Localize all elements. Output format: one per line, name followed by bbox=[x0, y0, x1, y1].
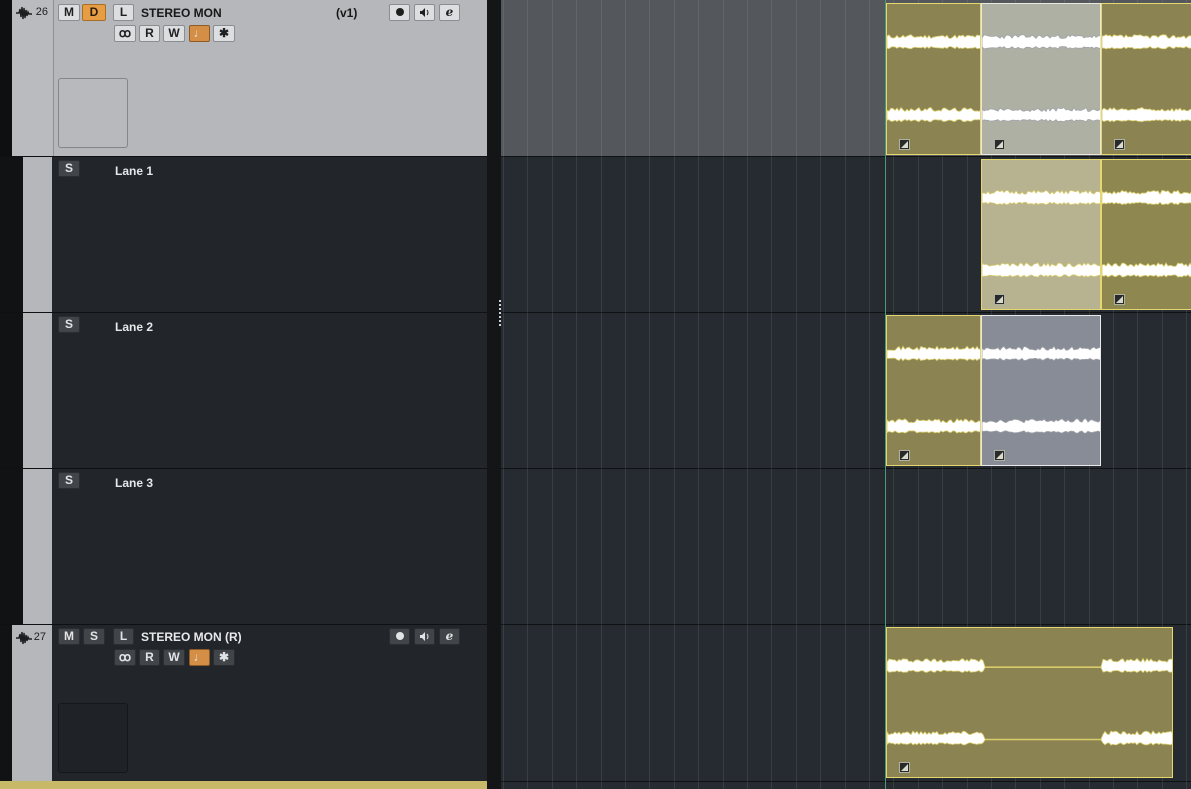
arrange-lane-row[interactable] bbox=[501, 469, 1191, 624]
lane-solo-button[interactable]: S bbox=[58, 316, 80, 333]
latch-button[interactable]: L bbox=[113, 4, 134, 21]
fade-handle-icon[interactable] bbox=[994, 139, 1005, 150]
audio-event[interactable] bbox=[981, 315, 1101, 466]
grid-line bbox=[576, 0, 577, 789]
fade-handle-icon[interactable] bbox=[994, 450, 1005, 461]
record-button[interactable] bbox=[389, 4, 410, 21]
speaker-icon bbox=[420, 632, 429, 641]
waveform bbox=[1102, 34, 1191, 123]
grid-line bbox=[649, 0, 650, 789]
write-button[interactable]: W bbox=[163, 25, 185, 42]
lane-name[interactable]: Lane 3 bbox=[115, 476, 153, 490]
grid-line bbox=[552, 0, 553, 789]
track-version: (v1) bbox=[336, 6, 358, 20]
monitor-button[interactable] bbox=[414, 628, 435, 645]
audio-event[interactable] bbox=[886, 315, 981, 466]
edit-channel-icon: e bbox=[445, 629, 454, 643]
record-icon bbox=[395, 632, 404, 640]
record-button[interactable] bbox=[389, 628, 410, 645]
panel-splitter[interactable] bbox=[487, 0, 501, 789]
record-icon bbox=[395, 8, 404, 16]
audio-event[interactable] bbox=[1101, 3, 1191, 155]
grid-line bbox=[601, 0, 602, 789]
track-header[interactable]: 26 M D L STEREO MON (v1) e ꝏ R W ♩ ✱ bbox=[0, 0, 487, 156]
waveform bbox=[887, 345, 980, 434]
grid-line bbox=[771, 0, 772, 789]
fade-handle-icon[interactable] bbox=[899, 139, 910, 150]
monitor-button[interactable] bbox=[414, 4, 435, 21]
fade-handle-icon[interactable] bbox=[994, 294, 1005, 305]
track-number: 27 bbox=[33, 631, 46, 643]
grid-line bbox=[747, 0, 748, 789]
read-button[interactable]: R bbox=[139, 25, 160, 42]
lane-solo-button[interactable]: S bbox=[58, 160, 80, 177]
track-number: 26 bbox=[35, 6, 48, 18]
edit-channel-button[interactable]: e bbox=[439, 4, 460, 21]
track-name[interactable]: STEREO MON bbox=[141, 6, 222, 20]
playback-cursor[interactable] bbox=[885, 0, 886, 789]
second-button[interactable]: D bbox=[82, 4, 106, 21]
track-picture[interactable] bbox=[58, 703, 128, 773]
audio-event[interactable] bbox=[1101, 159, 1191, 310]
track-list: 26 M D L STEREO MON (v1) e ꝏ R W ♩ ✱ S L… bbox=[0, 0, 487, 789]
grid-line bbox=[503, 0, 504, 789]
grid-line bbox=[625, 0, 626, 789]
lane-name[interactable]: Lane 1 bbox=[115, 164, 153, 178]
freeze-button[interactable]: ✱ bbox=[213, 25, 235, 42]
fade-handle-icon[interactable] bbox=[1114, 139, 1125, 150]
lane-header[interactable]: S Lane 1 bbox=[0, 157, 487, 312]
waveform bbox=[887, 657, 1172, 746]
daw-window: 26 M D L STEREO MON (v1) e ꝏ R W ♩ ✱ S L… bbox=[0, 0, 1191, 789]
audio-event[interactable] bbox=[886, 627, 1173, 778]
waveform bbox=[982, 189, 1100, 278]
write-button[interactable]: W bbox=[163, 649, 185, 666]
mute-button[interactable]: M bbox=[58, 628, 80, 645]
audio-event[interactable] bbox=[981, 3, 1101, 155]
folder-track-bar[interactable] bbox=[0, 781, 487, 789]
track-name[interactable]: STEREO MON (R) bbox=[141, 630, 242, 644]
audio-event[interactable] bbox=[886, 3, 981, 155]
link-button[interactable]: ꝏ bbox=[114, 25, 136, 42]
track-picture[interactable] bbox=[58, 78, 128, 148]
waveform bbox=[1102, 189, 1191, 278]
musical-mode-button[interactable]: ♩ bbox=[189, 649, 210, 666]
audio-event[interactable] bbox=[981, 159, 1101, 310]
waveform bbox=[982, 345, 1100, 434]
grid-line bbox=[723, 0, 724, 789]
edit-channel-button[interactable]: e bbox=[439, 628, 460, 645]
track-header[interactable]: 27 M S L STEREO MON (R) e ꝏ R W ♩ ✱ bbox=[0, 625, 487, 781]
grid-line bbox=[698, 0, 699, 789]
read-button[interactable]: R bbox=[139, 649, 160, 666]
lane-name[interactable]: Lane 2 bbox=[115, 320, 153, 334]
speaker-icon bbox=[420, 8, 429, 17]
mute-button[interactable]: M bbox=[58, 4, 80, 21]
solo-button[interactable]: S bbox=[83, 628, 105, 645]
musical-mode-button[interactable]: ♩ bbox=[189, 25, 210, 42]
grid-line bbox=[845, 0, 846, 789]
grid-line bbox=[820, 0, 821, 789]
waveform bbox=[887, 34, 980, 123]
lane-solo-button[interactable]: S bbox=[58, 472, 80, 489]
latch-button[interactable]: L bbox=[113, 628, 134, 645]
freeze-button[interactable]: ✱ bbox=[213, 649, 235, 666]
link-button[interactable]: ꝏ bbox=[114, 649, 136, 666]
lane-header[interactable]: S Lane 2 bbox=[0, 313, 487, 468]
waveform bbox=[982, 34, 1100, 123]
fade-handle-icon[interactable] bbox=[1114, 294, 1125, 305]
fade-handle-icon[interactable] bbox=[899, 762, 910, 773]
grid-line bbox=[527, 0, 528, 789]
grid-line bbox=[796, 0, 797, 789]
fade-handle-icon[interactable] bbox=[899, 450, 910, 461]
grid-line bbox=[869, 0, 870, 789]
grid-line bbox=[674, 0, 675, 789]
lane-header[interactable]: S Lane 3 bbox=[0, 469, 487, 624]
edit-channel-icon: e bbox=[445, 5, 454, 19]
